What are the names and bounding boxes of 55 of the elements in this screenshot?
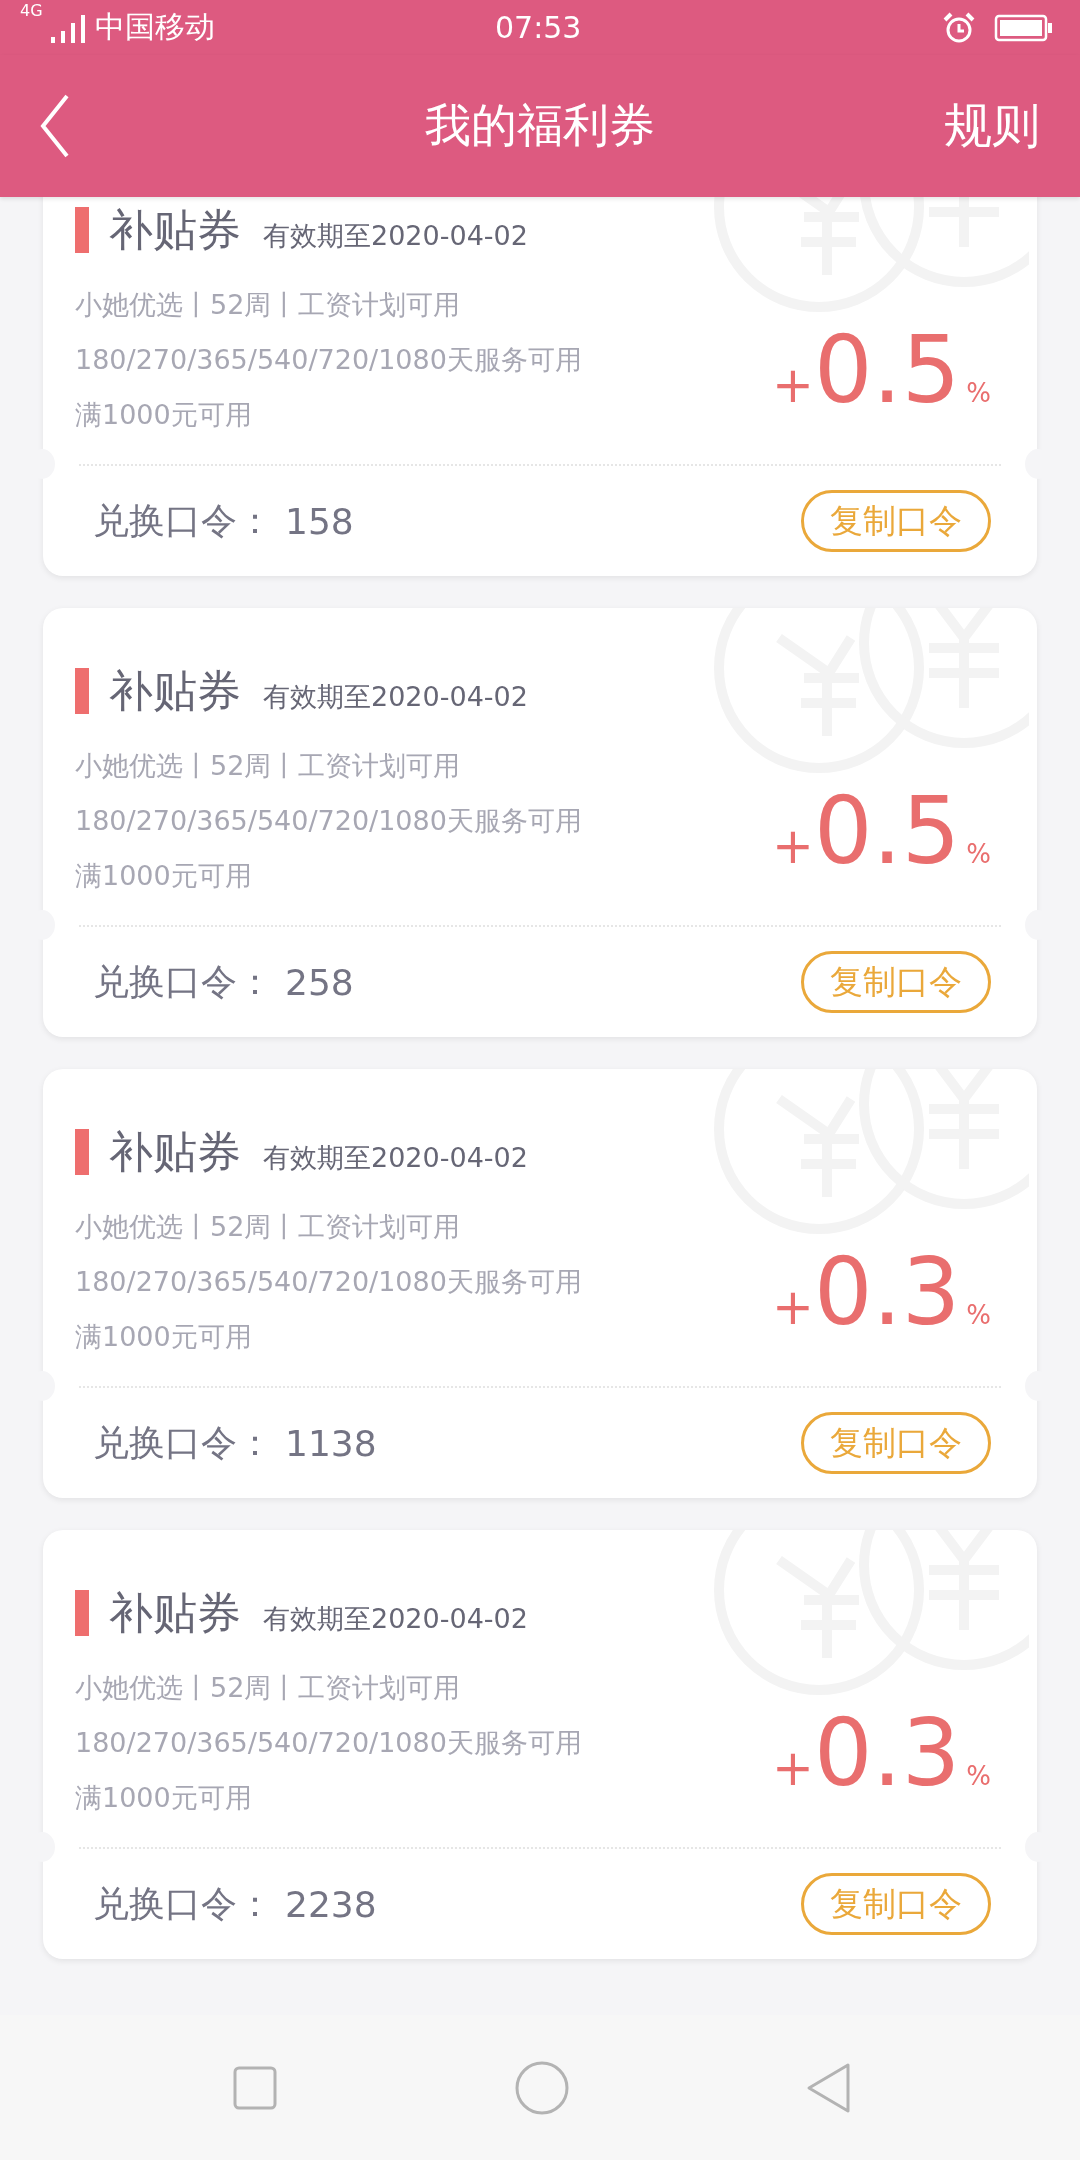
validity-date: 有效期至2020-04-02 [263,1602,528,1636]
condition-text: 180/270/365/540/720/1080天服务可用 [75,343,582,377]
code-value: 158 [285,500,355,542]
recents-button[interactable] [232,2064,278,2111]
code-value: 2238 [285,1883,378,1925]
network-type: 4G [20,1,43,20]
alarm-icon [942,10,976,45]
condition-text: 小她优选丨52周丨工资计划可用 [75,1210,462,1244]
title-marker [75,1590,89,1636]
home-button[interactable] [513,2059,570,2116]
condition-text: 180/270/365/540/720/1080天服务可用 [75,1265,582,1299]
bonus-rate: +0.3% [772,1238,991,1346]
coupon-title: 补贴券 [109,1585,241,1640]
condition-text: 满1000元可用 [75,1781,253,1815]
condition-text: 小她优选丨52周丨工资计划可用 [75,288,462,322]
title-marker [75,1129,89,1175]
back-nav-button[interactable] [805,2061,853,2114]
bonus-rate: +0.5% [772,777,991,885]
validity-date: 有效期至2020-04-02 [263,680,528,714]
title-marker [75,207,89,253]
code-label: 兑换口令： [93,959,273,1004]
triangle-icon [805,2061,853,2114]
condition-text: 满1000元可用 [75,398,253,432]
coupon-title: 补贴券 [109,663,241,718]
page-title: 我的福利券 [425,97,655,154]
back-button[interactable] [40,94,70,158]
condition-text: 满1000元可用 [75,859,253,893]
bonus-rate: +0.5% [772,316,991,424]
code-value: 1138 [285,1422,378,1464]
validity-date: 有效期至2020-04-02 [263,1141,528,1175]
bonus-rate: +0.3% [772,1699,991,1807]
coupon-title: 补贴券 [109,202,241,257]
condition-text: 满1000元可用 [75,1320,253,1354]
rules-link[interactable]: 规则 [944,94,1040,158]
validity-date: 有效期至2020-04-02 [263,219,528,253]
code-label: 兑换口令： [93,1881,273,1926]
condition-text: 小她优选丨52周丨工资计划可用 [75,749,462,783]
code-value: 258 [285,961,355,1003]
copy-code-button[interactable]: 复制口令 [801,490,991,552]
copy-code-button[interactable]: 复制口令 [801,951,991,1013]
copy-code-button[interactable]: 复制口令 [801,1412,991,1474]
square-icon [232,2064,278,2111]
coupon-title: 补贴券 [109,1124,241,1179]
condition-text: 180/270/365/540/720/1080天服务可用 [75,804,582,838]
condition-text: 180/270/365/540/720/1080天服务可用 [75,1726,582,1760]
code-label: 兑换口令： [93,498,273,543]
copy-code-button[interactable]: 复制口令 [801,1873,991,1935]
condition-text: 小她优选丨52周丨工资计划可用 [75,1671,462,1705]
code-label: 兑换口令： [93,1420,273,1465]
title-marker [75,668,89,714]
status-time: 07:53 [495,10,582,45]
battery-icon [994,12,1054,43]
carrier-name: 中国移动 [94,8,215,46]
back-icon [40,94,70,158]
circle-icon [513,2059,570,2116]
